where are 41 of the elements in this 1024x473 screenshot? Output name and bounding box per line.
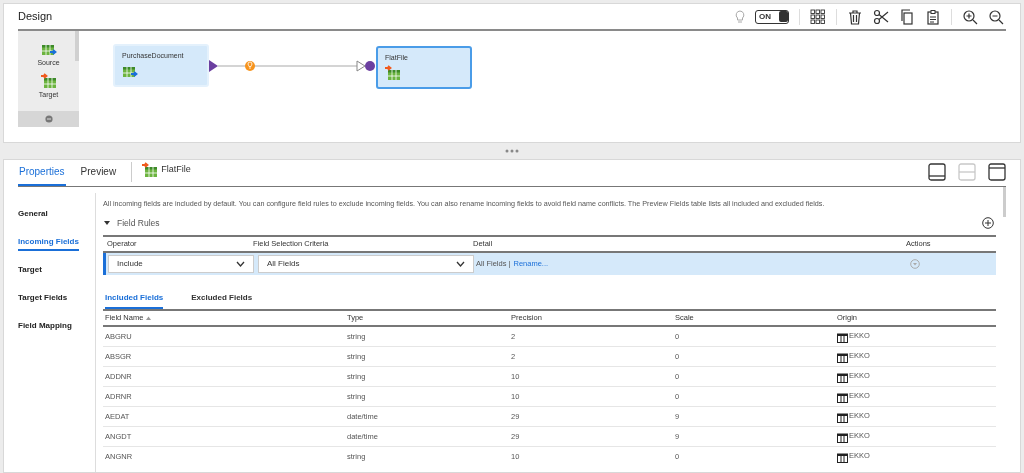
- table-icon: [837, 373, 848, 383]
- table-icon: [837, 353, 848, 363]
- table-icon: [837, 393, 848, 403]
- tab[interactable]: Excluded Fields: [191, 289, 253, 309]
- nav-item[interactable]: Target: [18, 263, 42, 279]
- panel-title: Design: [18, 9, 53, 25]
- table-icon: [837, 413, 848, 423]
- dropdown[interactable]: Include: [108, 255, 254, 273]
- nav-item[interactable]: Field Mapping: [18, 319, 72, 335]
- trash-icon[interactable]: [847, 8, 863, 25]
- tab[interactable]: Preview: [79, 160, 118, 186]
- grid-icon[interactable]: [810, 8, 826, 25]
- top-panel-icon[interactable]: [988, 162, 1006, 181]
- tab[interactable]: Included Fields: [105, 289, 164, 309]
- nav-item[interactable]: Incoming Fields: [18, 235, 79, 251]
- scissors-icon[interactable]: [873, 8, 889, 25]
- table-target-icon: [40, 72, 57, 89]
- table-icon: [837, 453, 848, 463]
- section-toggle[interactable]: Field Rules: [103, 216, 160, 230]
- table-icon: [837, 333, 848, 343]
- chevron-icon: [236, 261, 245, 267]
- caret-icon: [103, 219, 111, 227]
- dropdown[interactable]: All Fields: [258, 255, 474, 273]
- copy-icon[interactable]: [899, 8, 915, 25]
- chevron-icon: [456, 261, 465, 267]
- toggle-switch[interactable]: ON: [755, 9, 789, 24]
- scrollbar[interactable]: [1003, 187, 1006, 217]
- table-icon: [837, 433, 848, 443]
- nav-item[interactable]: General: [18, 207, 48, 223]
- object-name: FlatFile: [161, 162, 191, 176]
- bottom-panel-icon[interactable]: [928, 162, 946, 181]
- nav-item[interactable]: Target Fields: [18, 291, 68, 307]
- zoom-in-icon[interactable]: [962, 8, 978, 25]
- collapse-icon[interactable]: [44, 115, 53, 123]
- table-target-icon: [385, 65, 401, 81]
- zoom-out-icon[interactable]: [988, 8, 1004, 25]
- clipboard-icon[interactable]: [925, 8, 941, 25]
- sort-ascending-icon[interactable]: [146, 316, 152, 320]
- add-icon[interactable]: [982, 217, 994, 229]
- drag-handle-icon[interactable]: [505, 149, 519, 153]
- tab[interactable]: Properties: [18, 160, 66, 186]
